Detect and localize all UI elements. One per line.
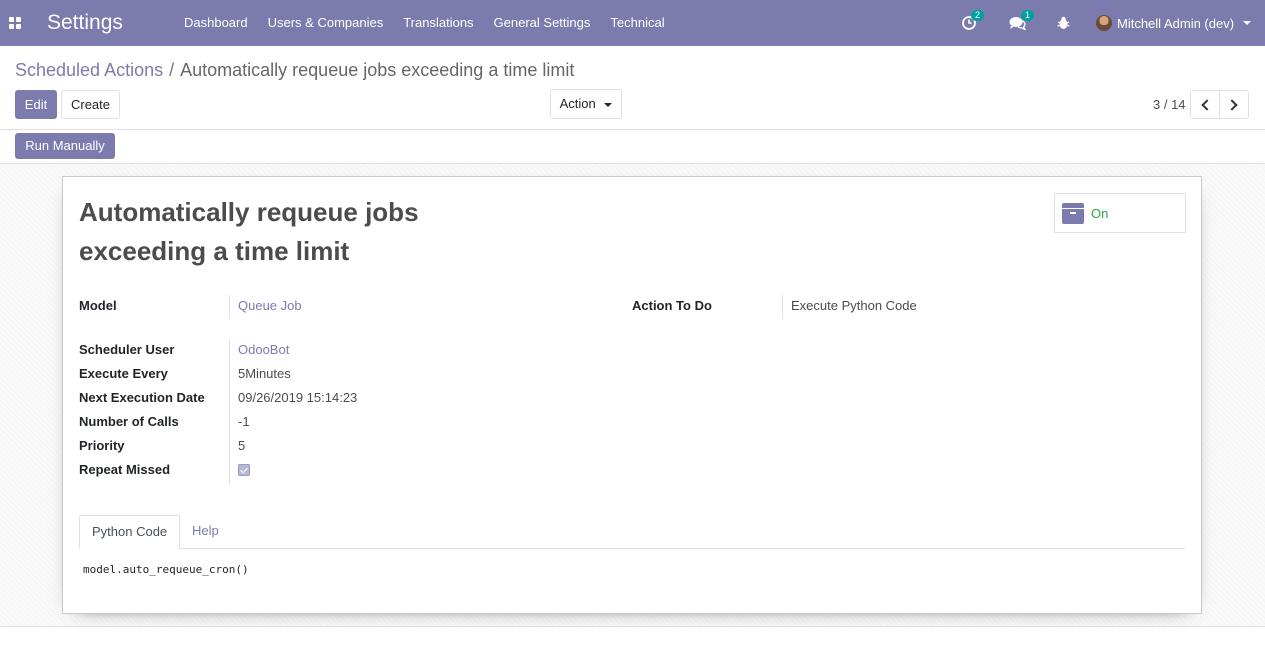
user-avatar (1096, 15, 1112, 31)
menu-technical[interactable]: Technical (600, 0, 674, 46)
next-execution-date-value: 09/26/2019 15:14:23 (238, 390, 358, 405)
active-status-label: On (1091, 206, 1109, 221)
menu-translations[interactable]: Translations (393, 0, 483, 46)
archive-icon (1062, 203, 1084, 224)
scheduler-user-label: Scheduler User (79, 342, 175, 357)
repeat-missed-checkbox[interactable] (238, 464, 250, 476)
run-manually-button[interactable]: Run Manually (15, 133, 115, 159)
edit-button[interactable]: Edit (15, 90, 57, 119)
activity-menu[interactable]: 2 (962, 0, 985, 46)
messages-count-badge: 1 (1021, 10, 1035, 21)
record-title-line2: exceeding a time limit (79, 236, 350, 266)
priority-label: Priority (79, 438, 125, 453)
breadcrumb-parent[interactable]: Scheduled Actions (15, 60, 163, 80)
chevron-down-icon (604, 102, 613, 107)
apps-menu-icon[interactable] (9, 17, 21, 29)
field-separator (229, 339, 230, 485)
number-of-calls-label: Number of Calls (79, 414, 179, 429)
chevron-down-icon (1243, 21, 1252, 25)
action-dropdown[interactable]: Action (550, 89, 622, 119)
scheduler-user-value[interactable]: OdooBot (238, 342, 289, 357)
breadcrumb-current: Automatically requeue jobs exceeding a t… (180, 60, 575, 80)
pager-previous-button[interactable] (1190, 90, 1220, 119)
tab-python-code[interactable]: Python Code (79, 515, 181, 549)
menu-dashboard[interactable]: Dashboard (174, 0, 258, 46)
create-button[interactable]: Create (61, 90, 120, 119)
chat-icon: 1 (1009, 10, 1035, 31)
main-menu: Dashboard Users & Companies Translations… (174, 0, 675, 46)
record-title-line1: Automatically requeue jobs (79, 197, 419, 227)
app-brand[interactable]: Settings (47, 11, 123, 35)
tab-help[interactable]: Help (180, 515, 231, 549)
debug-icon[interactable] (1057, 0, 1070, 46)
number-of-calls-value: -1 (238, 414, 250, 429)
python-code-editor[interactable]: model.auto_requeue_cron() (83, 563, 249, 576)
clock-icon: 2 (962, 10, 985, 31)
field-separator (782, 295, 783, 319)
field-separator (229, 295, 230, 319)
breadcrumb-separator: / (169, 60, 175, 80)
divider (0, 129, 1265, 130)
top-navbar: Settings Dashboard Users & Companies Tra… (0, 0, 1265, 46)
execute-every-label: Execute Every (79, 366, 168, 381)
pager-value[interactable]: 3 / 14 (1153, 97, 1186, 112)
next-execution-date-label: Next Execution Date (79, 390, 205, 405)
priority-value: 5 (238, 438, 246, 453)
notebook-tabs: Python Code Help (79, 515, 1185, 549)
chevron-right-icon (1226, 99, 1238, 111)
divider (0, 626, 1265, 627)
menu-users-companies[interactable]: Users & Companies (258, 0, 394, 46)
execute-every-value: 5Minutes (238, 366, 291, 381)
form-sheet: Automatically requeue jobs exceeding a t… (62, 176, 1202, 614)
pager-next-button[interactable] (1219, 90, 1249, 119)
model-value[interactable]: Queue Job (238, 298, 302, 313)
user-name: Mitchell Admin (dev) (1117, 15, 1235, 31)
action-to-do-label: Action To Do (632, 298, 712, 313)
model-label: Model (79, 298, 117, 313)
chevron-left-icon (1201, 99, 1213, 111)
user-menu[interactable]: Mitchell Admin (dev) (1096, 0, 1252, 46)
active-toggle-button[interactable]: On (1054, 193, 1186, 233)
menu-general-settings[interactable]: General Settings (484, 0, 601, 46)
breadcrumb: Scheduled Actions / Automatically requeue … (15, 60, 574, 81)
record-title[interactable]: Automatically requeue jobs exceeding a t… (79, 193, 479, 271)
action-to-do-value: Execute Python Code (791, 298, 917, 313)
repeat-missed-label: Repeat Missed (79, 462, 171, 477)
action-label: Action (559, 96, 596, 111)
messaging-menu[interactable]: 1 (1009, 0, 1035, 46)
activity-count-badge: 2 (971, 10, 985, 21)
